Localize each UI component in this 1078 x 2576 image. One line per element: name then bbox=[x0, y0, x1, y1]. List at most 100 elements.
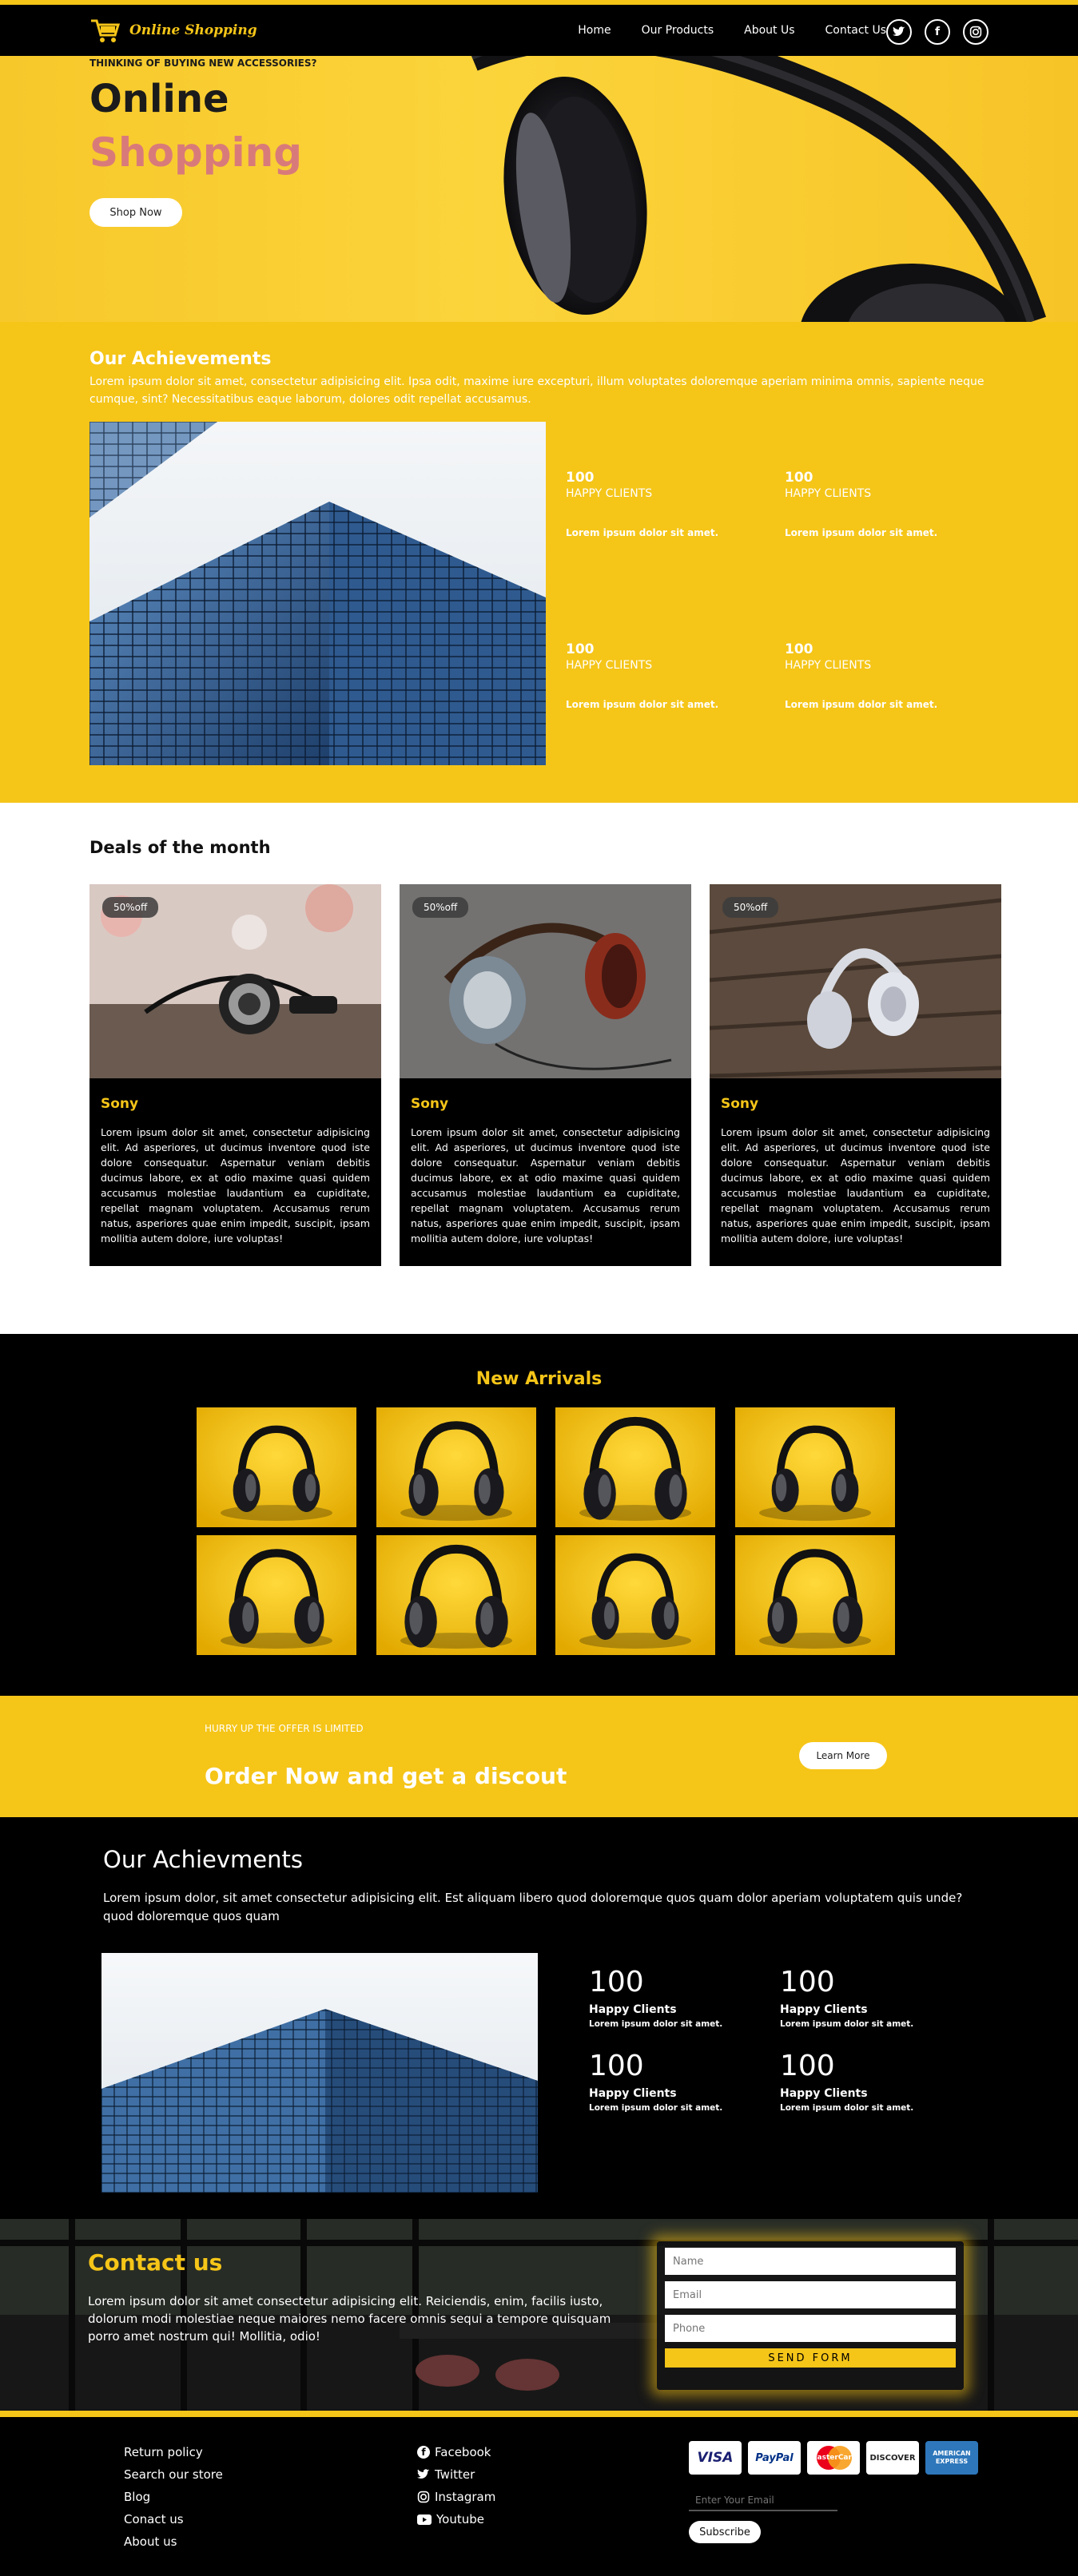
stat-card: 100 HAPPY CLIENTS Lorem ipsum dolor sit … bbox=[785, 641, 937, 710]
footer-social: f Facebook Twitter Instagram Youtube bbox=[417, 2441, 495, 2530]
headphones-photo bbox=[555, 1535, 715, 1655]
arrival-tile[interactable] bbox=[555, 1407, 715, 1527]
arrival-tile[interactable] bbox=[735, 1407, 895, 1527]
stat-label: Happy Clients bbox=[589, 2087, 677, 2100]
stat-value: 100 bbox=[566, 470, 595, 486]
stat-value: 100 bbox=[785, 641, 813, 657]
achievements-title: Our Achievements bbox=[90, 349, 272, 369]
footer-link-search-store[interactable]: Search our store bbox=[124, 2463, 223, 2486]
footer-social-label: Youtube bbox=[436, 2512, 484, 2526]
subscribe-button[interactable]: Subscribe bbox=[689, 2521, 761, 2543]
arrival-tile[interactable] bbox=[197, 1535, 356, 1655]
brand-logo[interactable]: Online Shopping bbox=[90, 16, 257, 45]
nav-links: Home Our Products About Us Contact Us bbox=[578, 24, 886, 37]
discount-badge: 50%off bbox=[722, 897, 779, 918]
footer-youtube-link[interactable]: Youtube bbox=[417, 2508, 495, 2530]
footer-links: Return policy Search our store Blog Cona… bbox=[124, 2441, 223, 2553]
arrival-tile[interactable] bbox=[735, 1535, 895, 1655]
offer-banner: HURRY UP THE OFFER IS LIMITED Order Now … bbox=[0, 1696, 1078, 1817]
hero-tagline: THINKING OF BUYING NEW ACCESSORIES? bbox=[90, 58, 317, 69]
nav-link-about[interactable]: About Us bbox=[744, 24, 794, 37]
newsletter-email-input[interactable] bbox=[689, 2491, 837, 2511]
cart-icon bbox=[91, 19, 121, 42]
nav-link-contact[interactable]: Contact Us bbox=[825, 24, 886, 37]
footer-facebook-link[interactable]: f Facebook bbox=[417, 2441, 495, 2463]
new-arrivals-section: New Arrivals bbox=[0, 1334, 1078, 1696]
stat-text: Lorem ipsum dolor sit amet. bbox=[589, 2019, 723, 2029]
stat-text: Lorem ipsum dolor sit amet. bbox=[780, 2103, 914, 2113]
stat-label: Happy Clients bbox=[780, 2087, 868, 2100]
phone-field[interactable] bbox=[665, 2315, 956, 2342]
stat-card: 100 HAPPY CLIENTS Lorem ipsum dolor sit … bbox=[566, 641, 718, 710]
stat-value: 100 bbox=[780, 1966, 835, 1998]
footer-instagram-link[interactable]: Instagram bbox=[417, 2486, 495, 2508]
nav-link-products[interactable]: Our Products bbox=[642, 24, 714, 37]
footer-social-label: Twitter bbox=[435, 2467, 475, 2482]
footer-social-label: Facebook bbox=[435, 2445, 491, 2459]
footer-twitter-link[interactable]: Twitter bbox=[417, 2463, 495, 2486]
arrival-tile[interactable] bbox=[376, 1535, 536, 1655]
discount-badge: 50%off bbox=[412, 897, 469, 918]
stat-label: Happy Clients bbox=[780, 2003, 868, 2016]
deal-image: 50%off bbox=[90, 884, 381, 1078]
deal-image: 50%off bbox=[710, 884, 1001, 1078]
email-field[interactable] bbox=[665, 2281, 956, 2308]
footer-link-contact[interactable]: Conact us bbox=[124, 2508, 223, 2530]
shop-now-button[interactable]: Shop Now bbox=[90, 198, 182, 227]
contact-form: SEND FORM bbox=[657, 2241, 964, 2390]
instagram-icon[interactable] bbox=[963, 19, 988, 45]
deal-card[interactable]: 50%off Sony Lorem ipsum dolor sit amet, … bbox=[400, 884, 691, 1266]
arrival-tile[interactable] bbox=[197, 1407, 356, 1527]
footer-link-blog[interactable]: Blog bbox=[124, 2486, 223, 2508]
arrival-tile[interactable] bbox=[376, 1407, 536, 1527]
learn-more-button[interactable]: Learn More bbox=[799, 1742, 887, 1769]
name-field[interactable] bbox=[665, 2248, 956, 2275]
stat-card: 100 Happy Clients Lorem ipsum dolor sit … bbox=[589, 1966, 722, 2029]
stat-text: Lorem ipsum dolor sit amet. bbox=[785, 527, 938, 538]
stat-value: 100 bbox=[589, 2050, 644, 2082]
facebook-icon[interactable]: f bbox=[925, 19, 950, 45]
discover-card-icon: DISCOVER bbox=[866, 2441, 919, 2475]
footer-link-return-policy[interactable]: Return policy bbox=[124, 2441, 223, 2463]
payment-methods: VISA PayPal MasterCard DISCOVER AMERICAN… bbox=[689, 2441, 978, 2475]
stat-value: 100 bbox=[566, 641, 595, 657]
stat-card: 100 Happy Clients Lorem ipsum dolor sit … bbox=[780, 2050, 913, 2113]
deal-text: Lorem ipsum dolor sit amet, consectetur … bbox=[411, 1126, 680, 1244]
building-image bbox=[90, 422, 546, 765]
nav-link-home[interactable]: Home bbox=[578, 24, 611, 37]
send-form-button[interactable]: SEND FORM bbox=[665, 2348, 956, 2368]
stat-text: Lorem ipsum dolor sit amet. bbox=[566, 527, 719, 538]
footer-link-about[interactable]: About us bbox=[124, 2530, 223, 2553]
arrival-tile[interactable] bbox=[555, 1535, 715, 1655]
deal-title: Sony bbox=[721, 1096, 759, 1112]
deal-text: Lorem ipsum dolor sit amet, consectetur … bbox=[101, 1126, 370, 1244]
headphones-photo bbox=[555, 1407, 715, 1527]
contact-section: Contact us Lorem ipsum dolor sit amet co… bbox=[0, 2219, 1078, 2411]
deal-title: Sony bbox=[101, 1096, 139, 1112]
instagram-icon bbox=[417, 2491, 430, 2503]
headphones-photo bbox=[197, 1535, 356, 1655]
deal-title: Sony bbox=[411, 1096, 449, 1112]
headphones-photo bbox=[376, 1407, 536, 1527]
new-arrivals-title: New Arrivals bbox=[475, 1369, 603, 1389]
deal-card[interactable]: 50%off Sony Lorem ipsum dolor sit amet, … bbox=[90, 884, 381, 1266]
stat-label: HAPPY CLIENTS bbox=[566, 659, 653, 672]
achievements-description: Lorem ipsum dolor sit amet, consectetur … bbox=[90, 375, 985, 406]
twitter-icon[interactable] bbox=[886, 19, 912, 45]
headphones-photo bbox=[735, 1407, 895, 1527]
stat-card: 100 Happy Clients Lorem ipsum dolor sit … bbox=[589, 2050, 722, 2113]
mastercard-label: MasterCard bbox=[809, 2454, 857, 2462]
stat-text: Lorem ipsum dolor sit amet. bbox=[780, 2019, 914, 2029]
hero-title-line1: Online bbox=[90, 77, 229, 121]
hero-title-line2: Shopping bbox=[90, 129, 303, 176]
facebook-icon: f bbox=[417, 2446, 430, 2459]
stat-label: HAPPY CLIENTS bbox=[785, 487, 872, 500]
deal-card[interactable]: 50%off Sony Lorem ipsum dolor sit amet, … bbox=[710, 884, 1001, 1266]
top-navbar: Online Shopping Home Our Products About … bbox=[0, 0, 1078, 56]
stat-label: HAPPY CLIENTS bbox=[785, 659, 872, 672]
stat-text: Lorem ipsum dolor sit amet. bbox=[589, 2103, 723, 2113]
stat-value: 100 bbox=[780, 2050, 835, 2082]
visa-card-icon: VISA bbox=[689, 2441, 742, 2475]
achievements-dark-section: Our Achievments Lorem ipsum dolor, sit a… bbox=[0, 1817, 1078, 2219]
stat-text: Lorem ipsum dolor sit amet. bbox=[566, 699, 719, 710]
